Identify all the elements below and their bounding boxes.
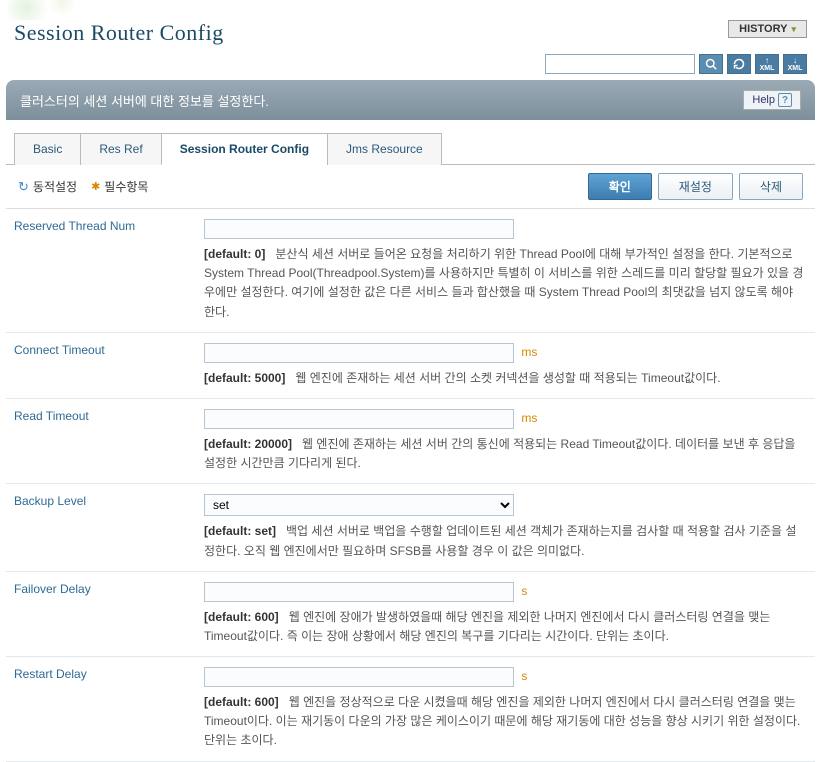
default-read-timeout: [default: 20000]	[204, 437, 292, 451]
hint-text-backup-level: 백업 세션 서버로 백업을 수행할 업데이트된 세션 객체가 존재하는지를 검사…	[204, 524, 796, 557]
hint-read-timeout: [default: 20000] 웹 엔진에 존재하는 세션 서버 간의 통신에…	[204, 435, 807, 473]
help-icon: ?	[778, 93, 792, 107]
xml-upload-button[interactable]: ↑ XML	[755, 54, 779, 74]
default-failover-delay: [default: 600]	[204, 610, 279, 624]
hint-backup-level: [default: set] 백업 세션 서버로 백업을 수행할 업데이트된 세…	[204, 522, 807, 560]
input-failover-delay[interactable]	[204, 582, 514, 602]
label-failover-delay: Failover Delay	[6, 571, 196, 656]
tab-jms-resource[interactable]: Jms Resource	[327, 133, 442, 165]
default-connect-timeout: [default: 5000]	[204, 371, 285, 385]
legend-required: ✱ 필수항목	[91, 178, 148, 195]
xml-label: XML	[788, 65, 803, 72]
required-icon: ✱	[91, 180, 100, 193]
input-restart-delay[interactable]	[204, 667, 514, 687]
label-restart-delay: Restart Delay	[6, 657, 196, 762]
unit-connect-timeout: ms	[521, 345, 537, 359]
unit-restart-delay: s	[521, 669, 527, 683]
help-label: Help	[752, 94, 775, 106]
xml-label: XML	[760, 65, 775, 72]
toolbar-search-row: ↑ XML ↓ XML	[0, 54, 821, 80]
row-connect-timeout: Connect Timeout ms [default: 5000] 웹 엔진에…	[6, 332, 815, 398]
decorative-dots	[0, 0, 821, 20]
confirm-button[interactable]: 확인	[588, 173, 652, 200]
tab-bar: Basic Res Ref Session Router Config Jms …	[6, 132, 815, 165]
action-buttons: 확인 재설정 삭제	[588, 173, 803, 200]
tab-session-router-config[interactable]: Session Router Config	[161, 133, 328, 165]
history-label: HISTORY	[739, 23, 787, 35]
description-text: 클러스터의 세션 서버에 대한 정보를 설정한다.	[20, 91, 269, 110]
page-title: Session Router Config	[14, 20, 224, 46]
row-backup-level: Backup Level set [default: set] 백업 세션 서버…	[6, 484, 815, 571]
reset-button[interactable]: 재설정	[658, 173, 733, 200]
input-connect-timeout[interactable]	[204, 343, 514, 363]
label-read-timeout: Read Timeout	[6, 398, 196, 483]
row-reserved-thread-num: Reserved Thread Num [default: 0] 분산식 세션 …	[6, 209, 815, 332]
hint-text-connect-timeout: 웹 엔진에 존재하는 세션 서버 간의 소켓 커넥션을 생성할 때 적용되는 T…	[295, 371, 720, 385]
hint-text-read-timeout: 웹 엔진에 존재하는 세션 서버 간의 통신에 적용되는 Read Timeou…	[204, 437, 795, 470]
unit-read-timeout: ms	[521, 411, 537, 425]
tab-res-ref[interactable]: Res Ref	[80, 133, 161, 165]
hint-text-failover-delay: 웹 엔진에 장애가 발생하였을때 해당 엔진을 제외한 나머지 엔진에서 다시 …	[204, 610, 770, 643]
input-reserved-thread-num[interactable]	[204, 219, 514, 239]
hint-text-reserved-thread-num: 분산식 세션 서버로 들어온 요청을 처리하기 위한 Thread Pool에 …	[204, 247, 803, 319]
legend-dynamic-label: 동적설정	[33, 178, 77, 195]
label-reserved-thread-num: Reserved Thread Num	[6, 209, 196, 332]
search-button[interactable]	[699, 54, 723, 74]
hint-text-restart-delay: 웹 엔진을 정상적으로 다운 시켰을때 해당 엔진을 제외한 나머지 엔진에서 …	[204, 695, 800, 747]
legend-dynamic: ↻ 동적설정	[18, 178, 77, 195]
refresh-button[interactable]	[727, 54, 751, 74]
input-read-timeout[interactable]	[204, 409, 514, 429]
chevron-down-icon: ▾	[791, 24, 796, 35]
help-button[interactable]: Help ?	[743, 90, 801, 110]
legend: ↻ 동적설정 ✱ 필수항목	[18, 178, 148, 195]
row-failover-delay: Failover Delay s [default: 600] 웹 엔진에 장애…	[6, 571, 815, 656]
legend-required-label: 필수항목	[104, 178, 148, 195]
search-input[interactable]	[545, 54, 695, 74]
xml-download-button[interactable]: ↓ XML	[783, 54, 807, 74]
hint-reserved-thread-num: [default: 0] 분산식 세션 서버로 들어온 요청을 처리하기 위한 …	[204, 245, 807, 322]
arrow-down-icon: ↓	[793, 57, 797, 65]
hint-failover-delay: [default: 600] 웹 엔진에 장애가 발생하였을때 해당 엔진을 제…	[204, 608, 807, 646]
default-backup-level: [default: set]	[204, 524, 276, 538]
default-restart-delay: [default: 600]	[204, 695, 279, 709]
description-bar: 클러스터의 세션 서버에 대한 정보를 설정한다. Help ?	[6, 80, 815, 120]
dynamic-icon: ↻	[18, 179, 29, 195]
delete-button[interactable]: 삭제	[739, 173, 803, 200]
tab-basic[interactable]: Basic	[14, 133, 81, 165]
row-read-timeout: Read Timeout ms [default: 20000] 웹 엔진에 존…	[6, 398, 815, 483]
search-icon	[705, 58, 717, 70]
refresh-icon	[733, 58, 745, 70]
hint-restart-delay: [default: 600] 웹 엔진을 정상적으로 다운 시켰을때 해당 엔진…	[204, 693, 807, 751]
row-restart-delay: Restart Delay s [default: 600] 웹 엔진을 정상적…	[6, 657, 815, 762]
select-backup-level[interactable]: set	[204, 494, 514, 516]
default-reserved-thread-num: [default: 0]	[204, 247, 265, 261]
hint-connect-timeout: [default: 5000] 웹 엔진에 존재하는 세션 서버 간의 소켓 커…	[204, 369, 807, 388]
label-connect-timeout: Connect Timeout	[6, 332, 196, 398]
arrow-up-icon: ↑	[765, 57, 769, 65]
config-form: Reserved Thread Num [default: 0] 분산식 세션 …	[6, 209, 815, 762]
history-button[interactable]: HISTORY ▾	[728, 20, 807, 38]
label-backup-level: Backup Level	[6, 484, 196, 571]
